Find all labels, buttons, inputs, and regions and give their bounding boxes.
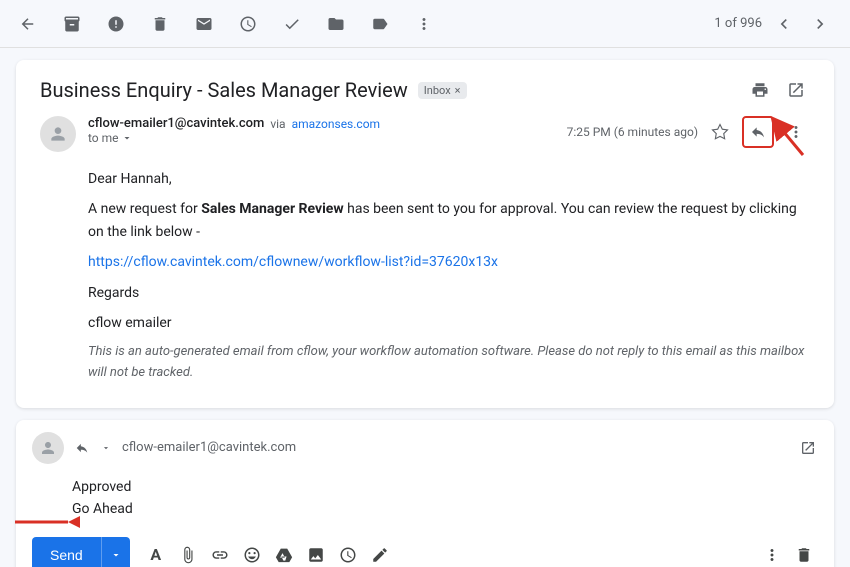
star-button[interactable]	[706, 118, 734, 146]
inbox-label: Inbox	[424, 84, 451, 97]
email-timestamp: 7:25 PM (6 minutes ago)	[567, 125, 698, 139]
reply-icon-small[interactable]	[72, 438, 92, 458]
reply-expand-button[interactable]	[798, 438, 818, 458]
body-bold: Sales Manager Review	[201, 201, 343, 217]
sender-line: cflow-emailer1@cavintek.com via amazonse…	[88, 116, 567, 131]
more-toolbar-button[interactable]	[758, 541, 786, 567]
reply-body[interactable]: Approved Go Ahead	[72, 472, 818, 525]
top-nav: 1 of 996	[0, 0, 850, 48]
email-greeting: Dear Hannah,	[88, 168, 810, 190]
insert-link-button[interactable]	[206, 541, 234, 567]
reply-to-address: cflow-emailer1@cavintek.com	[122, 440, 296, 455]
open-in-new-button[interactable]	[782, 76, 810, 104]
format-text-button[interactable]: A	[142, 541, 170, 567]
app-container: 1 of 996 Business Enquiry - Sales Manage…	[0, 0, 850, 567]
email-regards: Regards	[88, 282, 810, 304]
insert-drive-button[interactable]	[270, 541, 298, 567]
reply-line2: Go Ahead	[72, 498, 818, 520]
subject-line: Business Enquiry - Sales Manager Review …	[40, 76, 810, 104]
more-actions-button[interactable]	[412, 12, 436, 36]
toolbar-right	[758, 541, 818, 567]
reply-avatar	[32, 432, 64, 464]
move-button[interactable]	[324, 12, 348, 36]
reply-highlighted-button[interactable]	[742, 116, 774, 148]
email-footer: This is an auto-generated email from cfl…	[88, 342, 810, 384]
reply-compose-area: cflow-emailer1@cavintek.com Approved Go …	[16, 420, 834, 567]
prev-email-button[interactable]	[770, 10, 798, 38]
email-body: Dear Hannah, A new request for Sales Man…	[88, 168, 810, 384]
via-label: via	[270, 117, 285, 131]
reply-line1: Approved	[72, 476, 818, 498]
reply-to-icons	[72, 438, 116, 458]
email-subject: Business Enquiry - Sales Manager Review	[40, 78, 408, 102]
reply-header: cflow-emailer1@cavintek.com	[32, 432, 818, 464]
email-sender-name: cflow emailer	[88, 312, 810, 334]
email-header: cflow-emailer1@cavintek.com via amazonse…	[40, 116, 810, 152]
snooze-button[interactable]	[236, 12, 260, 36]
mail-button[interactable]	[192, 12, 216, 36]
email-container: Business Enquiry - Sales Manager Review …	[16, 60, 834, 408]
back-button[interactable]	[16, 12, 40, 36]
spam-button[interactable]	[104, 12, 128, 36]
badge-close-icon[interactable]: ×	[455, 84, 461, 97]
via-domain: amazonses.com	[292, 117, 380, 131]
insert-photo-button[interactable]	[302, 541, 330, 567]
inbox-badge: Inbox ×	[418, 82, 467, 99]
email-count: 1 of 996	[714, 16, 762, 31]
archive-button[interactable]	[60, 12, 84, 36]
send-button-group: Send	[32, 537, 130, 567]
insert-emoji-button[interactable]	[238, 541, 266, 567]
signature-button[interactable]	[366, 541, 394, 567]
sender-email: cflow-emailer1@cavintek.com	[88, 116, 264, 131]
label-button[interactable]	[368, 12, 392, 36]
send-dropdown-button[interactable]	[101, 537, 130, 567]
send-button[interactable]: Send	[32, 537, 101, 567]
attach-file-button[interactable]	[174, 541, 202, 567]
tasks-button[interactable]	[280, 12, 304, 36]
print-button[interactable]	[746, 76, 774, 104]
email-header-right: 7:25 PM (6 minutes ago)	[567, 116, 810, 148]
reply-to-field: cflow-emailer1@cavintek.com	[72, 438, 296, 458]
compose-toolbar: Send A	[32, 529, 818, 567]
nav-right: 1 of 996	[714, 10, 834, 38]
sender-avatar	[40, 116, 76, 152]
workflow-link[interactable]: https://cflow.cavintek.com/cflownew/work…	[88, 254, 498, 270]
recipient-line: to me	[88, 131, 567, 145]
body-pre: A new request for	[88, 201, 201, 217]
email-meta: cflow-emailer1@cavintek.com via amazonse…	[88, 116, 567, 145]
subject-actions	[746, 76, 810, 104]
more-email-options-button[interactable]	[782, 118, 810, 146]
nav-left	[16, 12, 436, 36]
to-me-label: to me	[88, 131, 119, 145]
reply-dropdown-icon[interactable]	[96, 438, 116, 458]
discard-button[interactable]	[790, 541, 818, 567]
email-main-text: A new request for Sales Manager Review h…	[88, 198, 810, 243]
more-options-button[interactable]	[334, 541, 362, 567]
next-email-button[interactable]	[806, 10, 834, 38]
delete-button[interactable]	[148, 12, 172, 36]
email-link-line: https://cflow.cavintek.com/cflownew/work…	[88, 251, 810, 273]
